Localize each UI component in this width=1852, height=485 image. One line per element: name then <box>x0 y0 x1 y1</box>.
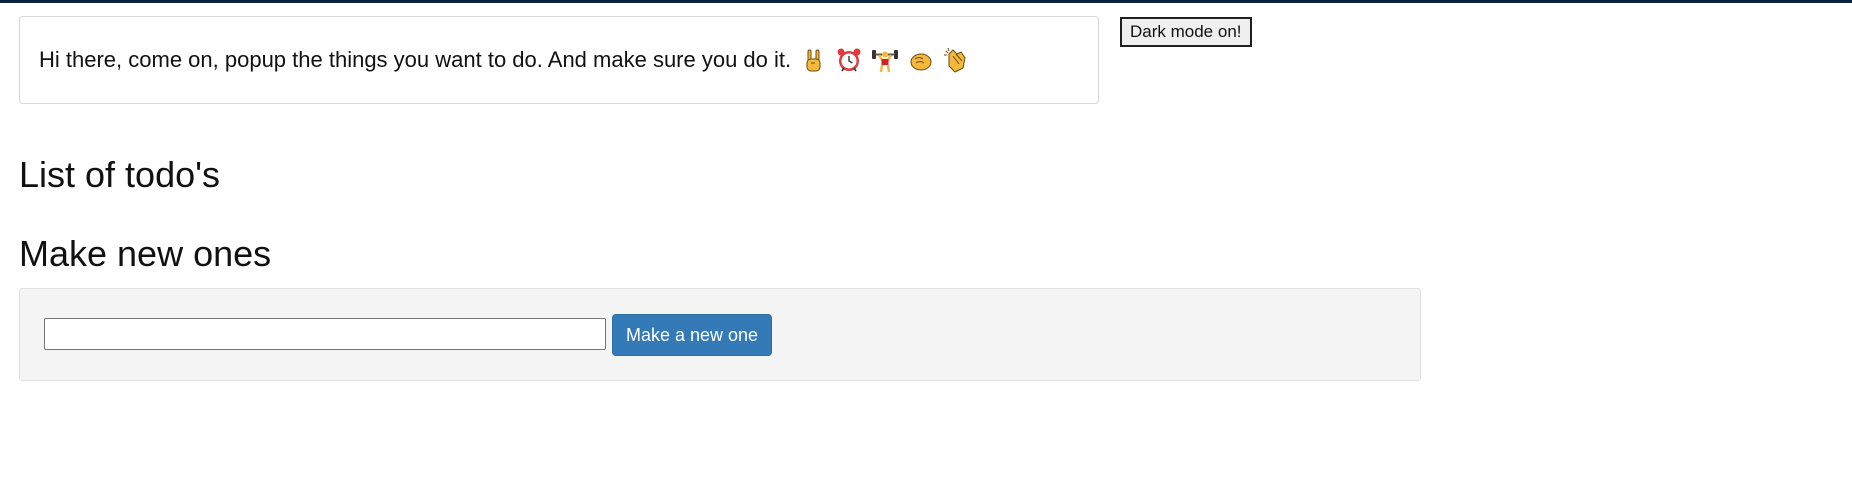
new-todo-input[interactable] <box>44 318 606 350</box>
weightlifter-icon <box>872 50 899 73</box>
rock-on-hand-icon <box>806 49 821 72</box>
make-new-heading: Make new ones <box>19 233 272 274</box>
new-todo-form: Make a new one <box>19 288 1421 381</box>
clapping-hands-icon <box>944 47 966 73</box>
alarm-clock-icon <box>837 48 861 72</box>
fist-bump-icon <box>910 53 932 71</box>
greeting-text: Hi there, come on, popup the things you … <box>39 47 792 72</box>
make-new-todo-button[interactable]: Make a new one <box>612 314 772 356</box>
top-border <box>0 0 1852 3</box>
todo-list-heading: List of todo's <box>19 154 220 195</box>
emoji-row <box>799 46 971 74</box>
greeting-panel: Hi there, come on, popup the things you … <box>19 16 1099 104</box>
dark-mode-toggle-button[interactable]: Dark mode on! <box>1120 17 1252 47</box>
